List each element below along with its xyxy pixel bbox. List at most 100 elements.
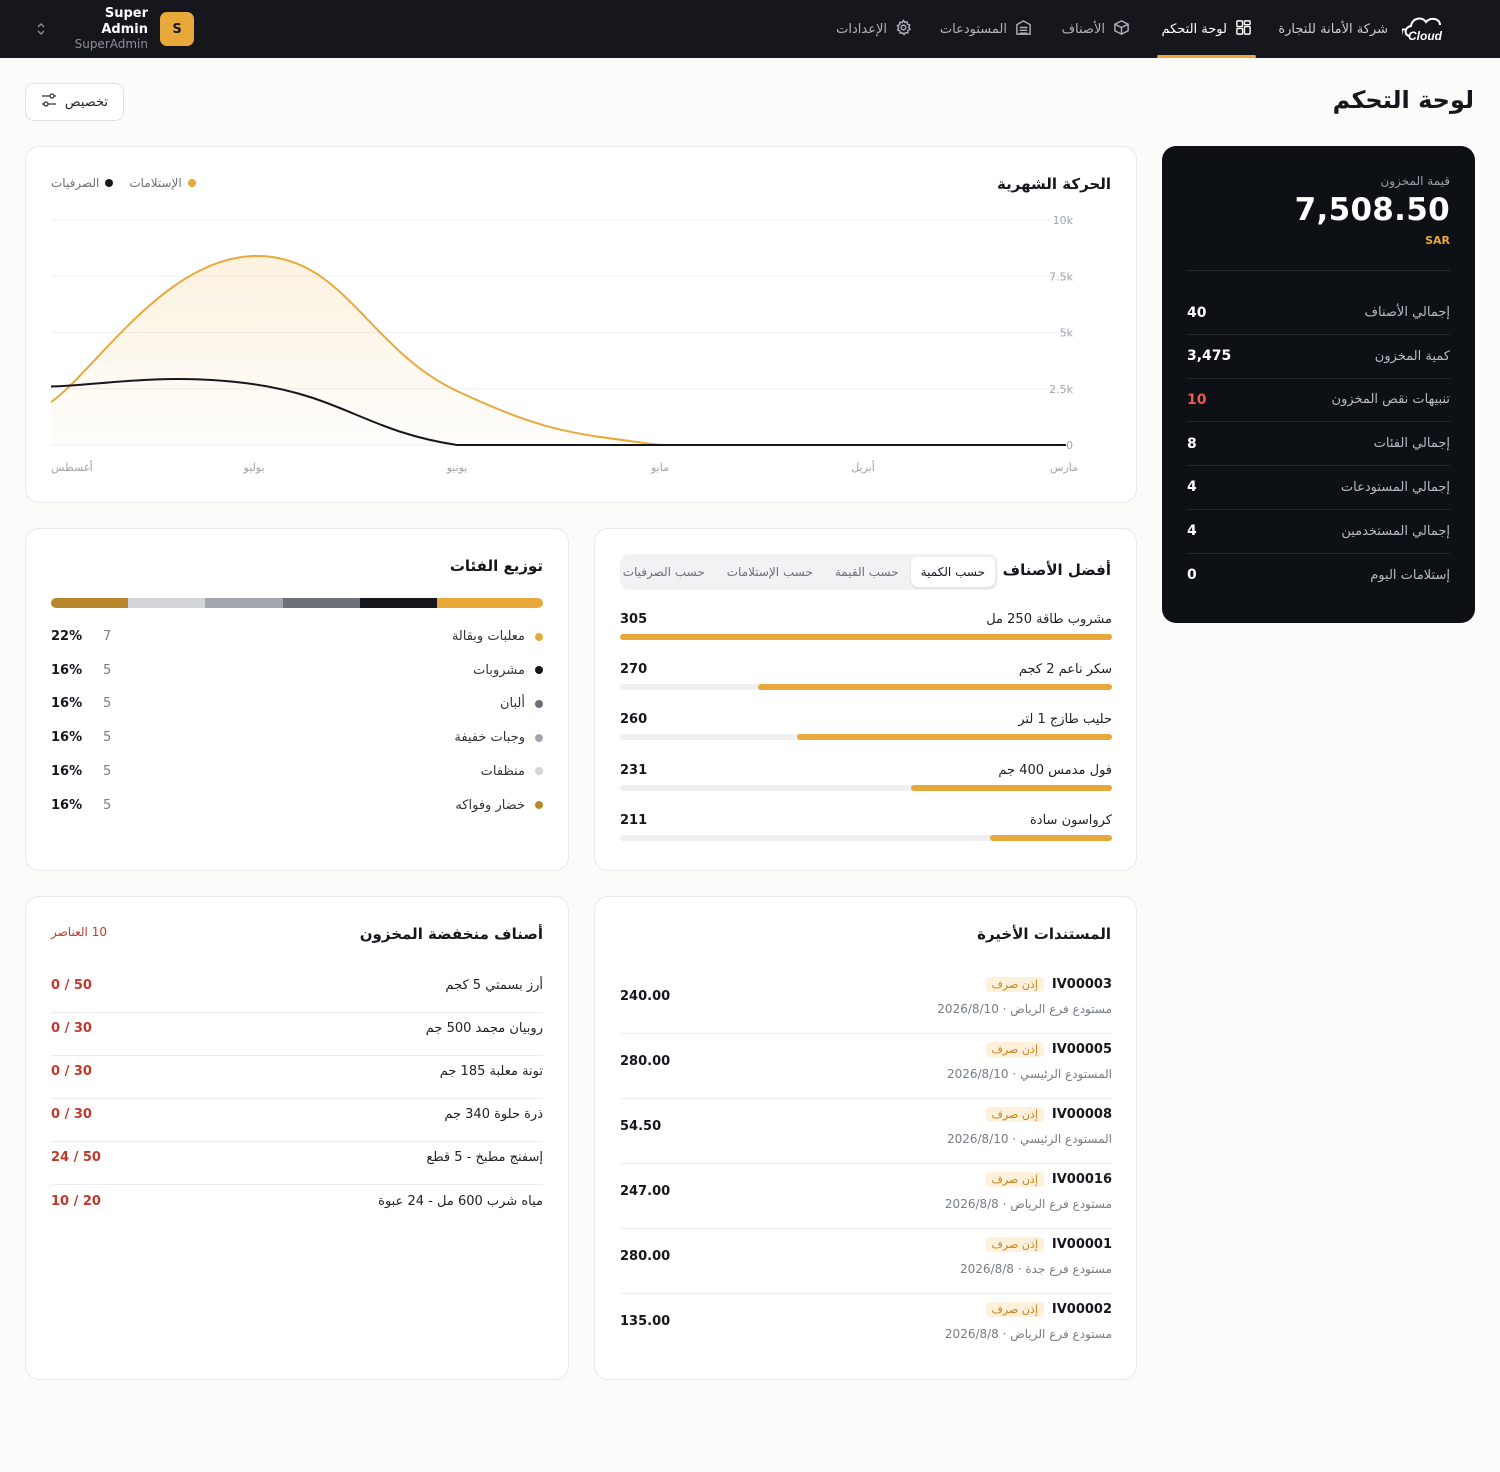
category-bar-segment <box>436 598 543 608</box>
category-count: 5 <box>103 662 112 678</box>
document-type-badge: إذن صرف <box>985 1236 1044 1252</box>
document-header: IV00002 إذن صرف <box>985 1301 1112 1317</box>
series-area-receipts <box>51 255 1066 445</box>
product-bar-track <box>620 634 1112 640</box>
category-count: 5 <box>103 696 112 712</box>
document-header: IV00016 إذن صرف <box>985 1171 1112 1187</box>
stat-value: 0 <box>1187 567 1197 584</box>
low-stock-qty: 0 / 30 <box>51 1107 92 1123</box>
category-row: معلبات وبقالة 7 22% <box>51 629 543 649</box>
stat-label: إستلامات اليوم <box>1370 567 1450 583</box>
category-row: خضار وفواكه 5 16% <box>51 798 543 818</box>
category-dot <box>535 632 543 641</box>
top-product-row[interactable]: فول مدمس 400 جم 231 <box>620 763 1112 793</box>
document-header: IV00001 إذن صرف <box>985 1236 1112 1252</box>
category-name: مشروبات <box>473 663 543 678</box>
low-stock-item-name: تونة معلبة 185 جم <box>439 1064 543 1080</box>
product-value: 270 <box>620 662 648 678</box>
x-tick-label: يوليو <box>242 461 264 474</box>
document-row[interactable]: IV00005 إذن صرف المستودع الرئيسي · 2026/8/… <box>620 1034 1112 1099</box>
low-stock-qty: 0 / 30 <box>51 1064 92 1080</box>
top-product-row[interactable]: حليب طازج 1 لتر 260 <box>620 712 1112 742</box>
top-product-row[interactable]: مشروب طاقة 250 مل 305 <box>620 612 1112 642</box>
document-row[interactable]: IV00003 إذن صرف مستودع فرع الرياض · 2026/8… <box>620 969 1112 1034</box>
low-stock-row[interactable]: ذرة حلوة 340 جم 0 / 30 <box>51 1099 543 1143</box>
card-title: المستندات الأخيرة <box>977 925 1111 943</box>
low-stock-row[interactable]: إسفنج مطبخ - 5 قطع 24 / 50 <box>51 1142 543 1186</box>
monthly-movement-chart: 0 2.5k 5k 7.5k 10k مارس أبريل مايو يونيو يوليو أغس… <box>50 214 1078 474</box>
category-bar-segment <box>51 598 129 608</box>
category-label: ألبان <box>499 696 525 712</box>
document-row[interactable]: IV00008 إذن صرف المستودع الرئيسي · 2026/8/… <box>620 1099 1112 1164</box>
top-product-row[interactable]: سكر ناعم 2 كجم 270 <box>620 662 1112 692</box>
product-bar-track <box>620 684 1112 691</box>
category-name: منظفات <box>481 764 543 779</box>
category-row: منظفات 5 16% <box>51 764 543 784</box>
low-stock-item-name: إسفنج مطبخ - 5 قطع <box>426 1150 543 1166</box>
product-bar-fill <box>989 834 1112 841</box>
low-stock-item-name: ذرة حلوة 340 جم <box>444 1107 543 1123</box>
document-id: IV00002 <box>1051 1301 1112 1317</box>
low-stock-qty: 0 / 50 <box>51 978 92 993</box>
category-percent: 22% <box>51 629 83 644</box>
category-bar-segment <box>282 598 360 608</box>
document-meta: مستودع فرع جدة · 2026/8/8 <box>960 1261 1112 1276</box>
category-bar-segment <box>205 598 283 608</box>
document-type-badge: إذن صرف <box>985 1171 1044 1187</box>
category-count: 5 <box>103 763 112 779</box>
y-tick-label: 0 <box>1066 439 1073 452</box>
top-product-row[interactable]: كرواسون سادة 211 <box>620 813 1112 843</box>
category-name: معلبات وبقالة <box>452 629 543 644</box>
y-tick-label: 10k <box>1053 214 1074 227</box>
document-header: IV00008 إذن صرف <box>985 1106 1112 1122</box>
document-id: IV00005 <box>1051 1041 1112 1057</box>
document-row[interactable]: IV00002 إذن صرف مستودع فرع الرياض · 2026/8… <box>620 1294 1112 1359</box>
document-row[interactable]: IV00016 إذن صرف مستودع فرع الرياض · 2026/8… <box>620 1164 1112 1229</box>
category-percent: 16% <box>51 797 83 813</box>
document-amount: 240.00 <box>620 989 671 1004</box>
product-value: 305 <box>620 612 648 627</box>
top-products-tab[interactable]: حسب الكمية <box>910 557 995 587</box>
x-tick-label: مارس <box>1050 461 1078 474</box>
top-products-tab[interactable]: حسب الصرفيات <box>613 557 715 587</box>
stat-row: 4 إجمالي المستخدمين <box>1187 510 1450 554</box>
document-type-badge: إذن صرف <box>985 977 1044 992</box>
x-tick-label: أغسطس <box>51 460 93 474</box>
document-id: IV00003 <box>1051 977 1112 992</box>
category-count: 7 <box>103 629 112 644</box>
category-percent: 16% <box>51 696 83 712</box>
category-row: وجبات خفيفة 5 16% <box>51 730 543 750</box>
product-name: سكر ناعم 2 كجم <box>1018 662 1112 678</box>
document-id: IV00008 <box>1051 1106 1112 1122</box>
low-stock-count: 10 العناصر <box>51 925 107 939</box>
document-row[interactable]: IV00001 إذن صرف مستودع فرع جدة · 2026/8/8 2… <box>620 1229 1112 1294</box>
document-type-badge: إذن صرف <box>985 1041 1044 1057</box>
category-label: مشروبات <box>473 662 525 678</box>
product-name: حليب طازج 1 لتر <box>1018 712 1112 728</box>
document-meta: مستودع فرع الرياض · 2026/8/8 <box>944 1326 1112 1341</box>
document-id: IV00016 <box>1051 1171 1112 1187</box>
document-meta: المستودع الرئيسي · 2026/8/10 <box>946 1131 1112 1146</box>
category-label: منظفات <box>480 763 525 779</box>
product-bar-track <box>620 734 1112 741</box>
document-header: IV00005 إذن صرف <box>985 1041 1112 1057</box>
category-label: وجبات خفيفة <box>454 730 525 746</box>
product-name: كرواسون سادة <box>1030 812 1112 828</box>
low-stock-row[interactable]: مياه شرب 600 مل - 24 عبوة 10 / 20 <box>51 1186 543 1229</box>
product-bar-fill <box>757 684 1112 691</box>
category-bar-segment <box>359 598 437 608</box>
category-bar-segment <box>128 598 206 608</box>
low-stock-item-name: روبيان مجمد 500 جم <box>425 1021 543 1037</box>
product-bar-fill <box>911 784 1112 791</box>
low-stock-row[interactable]: أرز بسمتي 5 كجم 0 / 50 <box>51 970 543 1013</box>
low-stock-row[interactable]: تونة معلبة 185 جم 0 / 30 <box>51 1056 543 1100</box>
stat-row: 0 إستلامات اليوم <box>1187 553 1450 597</box>
card-title: توزيع الفئات <box>449 557 543 575</box>
low-stock-row[interactable]: روبيان مجمد 500 جم 0 / 30 <box>51 1013 543 1057</box>
y-tick-label: 5k <box>1060 327 1074 340</box>
document-meta: المستودع الرئيسي · 2026/8/10 <box>946 1066 1112 1081</box>
top-products-tab[interactable]: حسب القيمة <box>825 557 909 587</box>
category-stacked-bar <box>51 598 543 608</box>
top-products-tab[interactable]: حسب الإستلامات <box>717 557 823 587</box>
category-count: 5 <box>103 797 112 813</box>
